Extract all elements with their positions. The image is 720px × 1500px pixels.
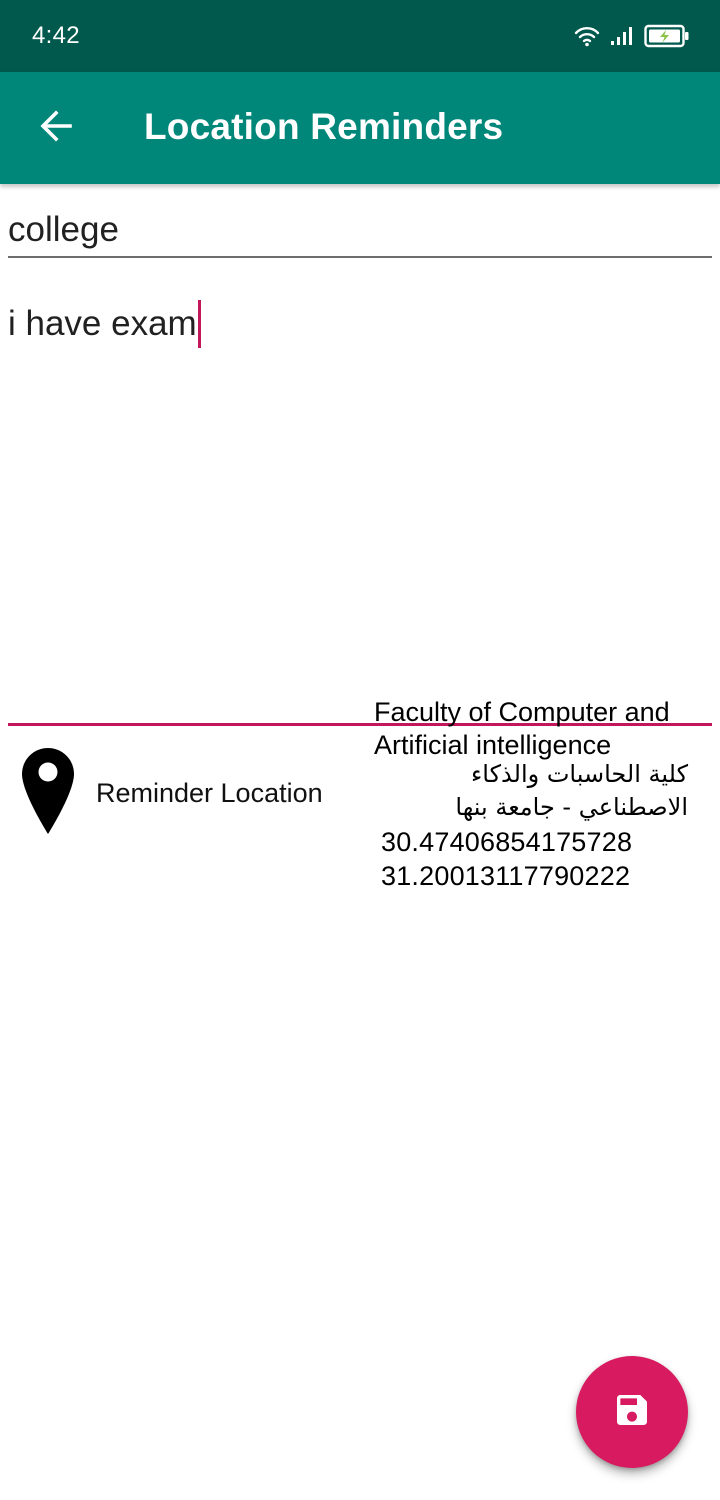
location-pin-icon <box>22 748 74 839</box>
selected-place-name-arabic: كلية الحاسبات والذكاء الاصطناعي - جامعة … <box>455 760 688 821</box>
app-title: Location Reminders <box>144 106 504 147</box>
save-reminder-button[interactable] <box>576 1356 688 1468</box>
wifi-icon <box>574 25 600 47</box>
save-icon <box>612 1390 652 1435</box>
back-button[interactable] <box>24 96 88 160</box>
select-location-row[interactable]: Reminder Location Faculty of Computer an… <box>0 696 720 896</box>
reminder-description-text: i have exam <box>8 300 201 348</box>
status-icons <box>574 24 690 48</box>
reminder-location-label: Reminder Location <box>96 778 323 808</box>
status-time: 4:42 <box>32 22 80 49</box>
app-bar: Location Reminders <box>0 72 720 184</box>
selected-longitude: 31.20013117790222 <box>381 861 631 891</box>
reminder-description-input[interactable]: i have exam <box>8 294 712 726</box>
text-cursor <box>197 300 201 348</box>
reminder-title-value: college <box>8 210 119 249</box>
status-bar: 4:42 <box>0 0 720 72</box>
reminder-description-value: i have exam <box>8 304 197 343</box>
battery-charging-icon <box>644 24 690 48</box>
reminder-title-input[interactable]: college <box>8 206 712 258</box>
signal-icon <box>610 25 634 47</box>
selected-latitude: 30.47406854175728 <box>381 827 633 857</box>
selected-place-name: Faculty of Computer and Artificial intel… <box>374 697 670 760</box>
arrow-back-icon <box>38 108 74 149</box>
